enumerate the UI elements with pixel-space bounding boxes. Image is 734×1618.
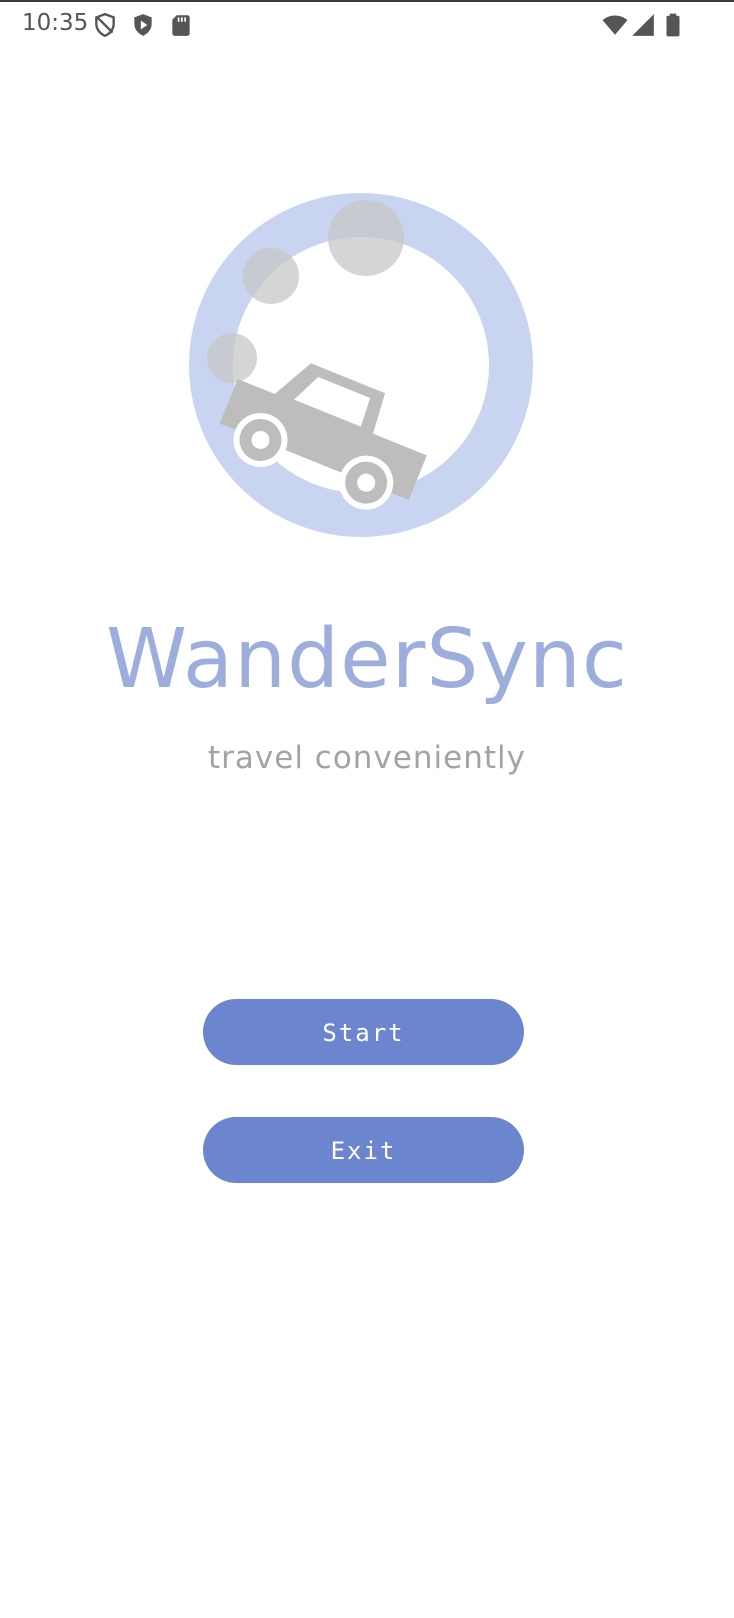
- wifi-icon: [602, 15, 628, 35]
- app-tagline: travel conveniently: [208, 740, 526, 776]
- sd-card-icon: [172, 15, 190, 36]
- car-ring-logo-icon: [189, 193, 533, 537]
- battery-icon: [666, 13, 680, 37]
- status-bar: 10:35: [0, 2, 734, 46]
- play-protect-icon: [134, 14, 152, 36]
- cellular-signal-icon: [632, 14, 654, 36]
- start-button[interactable]: Start: [203, 999, 524, 1065]
- status-time: 10:35: [22, 10, 89, 36]
- app-title: WanderSync: [106, 612, 628, 707]
- vpn-shield-icon: [95, 12, 115, 38]
- exit-button[interactable]: Exit: [203, 1117, 524, 1183]
